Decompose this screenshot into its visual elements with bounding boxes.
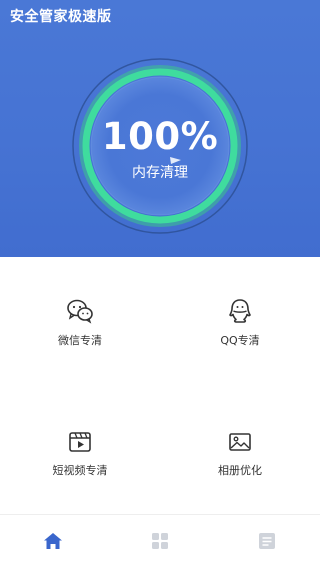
- short-video-clean-label: 短视频专清: [52, 464, 108, 477]
- home-icon: [44, 533, 62, 549]
- hero-panel: 安全管家极速版 100% 内存清理: [0, 0, 320, 257]
- short-video-clean-button[interactable]: 短视频专清: [20, 430, 140, 478]
- wechat-icon: [67, 299, 93, 324]
- album-optimize-button[interactable]: 相册优化: [180, 430, 300, 478]
- qq-clean-label: QQ专清: [220, 334, 260, 347]
- album-optimize-label: 相册优化: [218, 464, 262, 477]
- tab-list[interactable]: [254, 528, 280, 554]
- qq-icon: [229, 299, 251, 323]
- memory-percent: 100%: [101, 115, 219, 158]
- bottom-tab-bar: [0, 514, 320, 569]
- memory-dial[interactable]: 100% 内存清理: [0, 0, 320, 257]
- apps-grid-icon: [152, 533, 168, 549]
- video-icon: [69, 432, 91, 452]
- tab-apps[interactable]: [147, 528, 173, 554]
- memory-clean-label: 内存清理: [132, 165, 188, 181]
- wechat-clean-label: 微信专清: [58, 334, 102, 347]
- qq-clean-button[interactable]: QQ专清: [180, 298, 300, 348]
- tab-home[interactable]: [40, 528, 66, 554]
- list-icon: [259, 533, 275, 549]
- photo-icon: [229, 433, 251, 451]
- wechat-clean-button[interactable]: 微信专清: [20, 298, 140, 348]
